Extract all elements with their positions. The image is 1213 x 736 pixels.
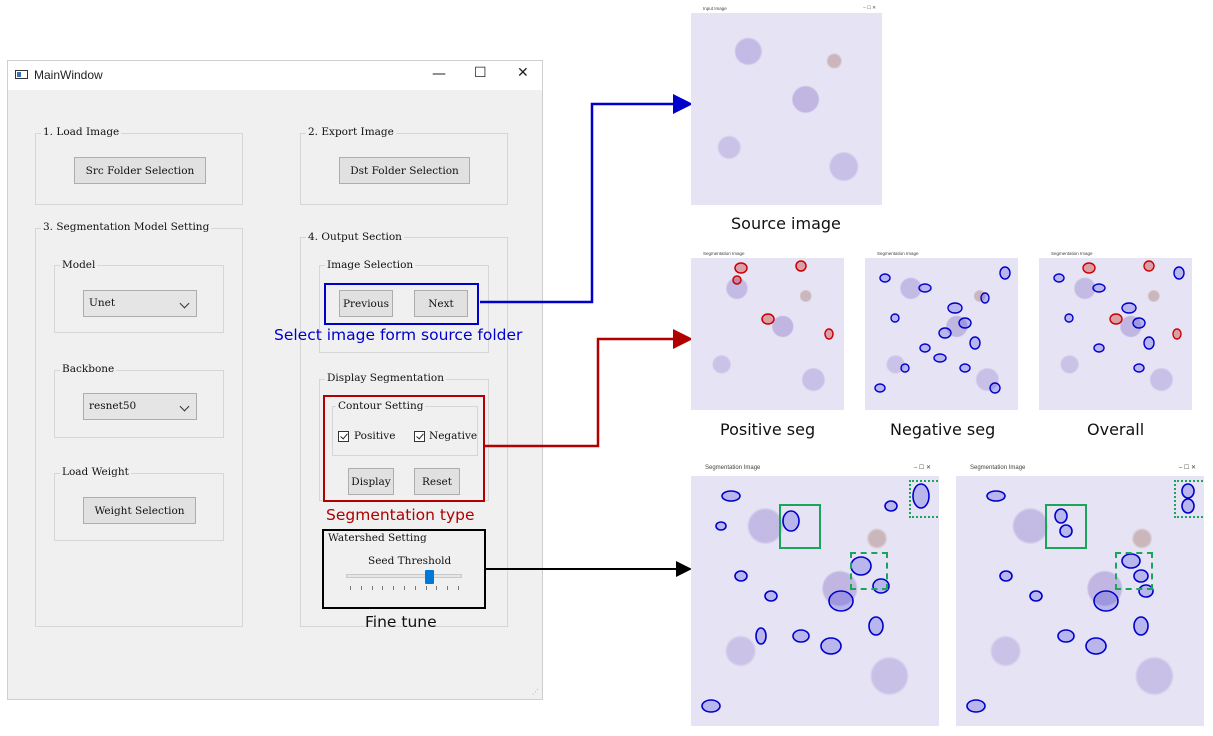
positive-caption: Positive seg [720,420,816,439]
source-caption: Source image [731,214,841,233]
green-dashed-box [850,552,888,590]
seg-window-title: Segmentation Image [970,465,1026,471]
watershed-before-window: Segmentation Image – ☐ ✕ [691,462,939,726]
negative-contours [874,266,1011,394]
green-box [779,504,821,549]
blue-arrow [480,94,693,304]
green-dashed-box [1115,552,1153,590]
positive-seg-window: Segmentation Image [691,249,844,410]
watershed-after-window: Segmentation Image – ☐ ✕ [956,462,1204,726]
green-dotted-box [1174,480,1204,518]
window-controls-icon: – ☐ ✕ [913,465,931,471]
seg-window-title: Segmentation Image [877,251,919,256]
seg-window-title: Segmentation Image [1051,251,1093,256]
negative-seg-window: Segmentation Image [865,249,1018,410]
green-box [1045,504,1087,549]
positive-contours [732,260,834,340]
red-arrow [485,329,693,448]
green-dotted-box [909,480,939,518]
tissue-image [691,13,882,205]
input-image-window: Input Image – ☐ ✕ [691,4,882,205]
window-controls-icon: – ☐ ✕ [1178,465,1196,471]
overall-caption: Overall [1087,420,1145,439]
input-window-title: Input Image [703,6,727,11]
seg-window-title: Segmentation Image [705,465,761,471]
seg-window-title: Segmentation Image [703,251,745,256]
negative-caption: Negative seg [890,420,996,439]
overall-seg-window: Segmentation Image [1039,249,1192,410]
overall-contours [1053,260,1185,373]
window-controls-icon: – ☐ ✕ [863,5,876,10]
